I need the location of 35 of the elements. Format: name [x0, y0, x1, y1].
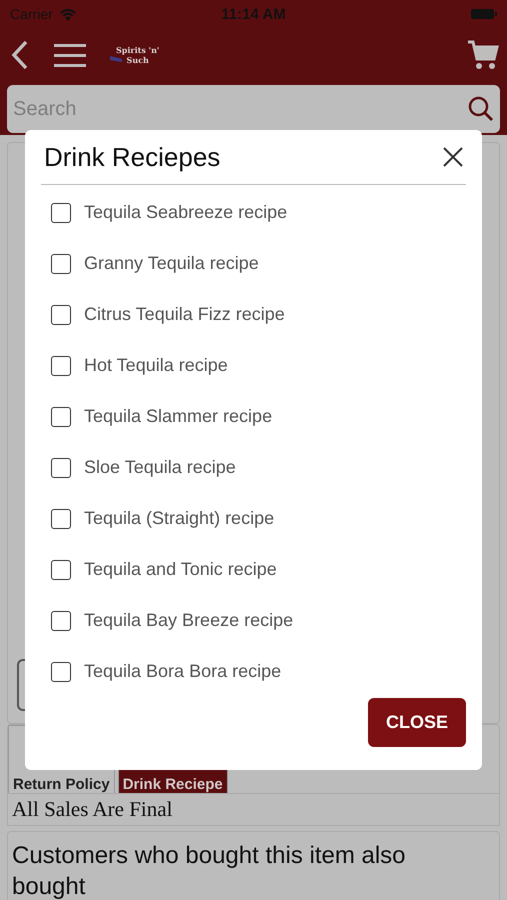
checkbox-label[interactable]: Granny Tequila recipe	[84, 253, 259, 274]
tab-panel-text: All Sales Are Final	[7, 793, 500, 826]
battery-icon	[471, 8, 498, 20]
checkbox-label[interactable]: Tequila and Tonic recipe	[84, 559, 277, 580]
search-field[interactable]: Search	[7, 85, 500, 133]
menu-icon[interactable]	[54, 43, 86, 67]
back-icon[interactable]	[10, 40, 30, 70]
checkbox[interactable]	[51, 406, 71, 426]
logo[interactable]: Spirits 'n' Such	[110, 45, 160, 65]
status-time: 11:14 AM	[221, 6, 286, 22]
checkbox[interactable]	[51, 560, 71, 580]
cart-icon[interactable]	[467, 39, 499, 71]
checkbox-label[interactable]: Tequila Bora Bora recipe	[84, 661, 282, 682]
checkbox-label[interactable]: Tequila Bay Breeze recipe	[84, 610, 294, 631]
close-icon[interactable]	[442, 146, 464, 168]
checkbox[interactable]	[51, 202, 71, 222]
checkbox-label[interactable]: Citrus Tequila Fizz recipe	[84, 304, 285, 325]
checkbox[interactable]	[51, 458, 71, 478]
checkbox[interactable]	[51, 610, 71, 630]
checkbox[interactable]	[51, 304, 71, 324]
close-button[interactable]: CLOSE	[368, 698, 466, 747]
wifi-icon	[58, 8, 77, 20]
checkbox[interactable]	[51, 508, 71, 528]
checkbox[interactable]	[51, 356, 71, 376]
checkbox[interactable]	[51, 254, 71, 274]
checkbox-label[interactable]: Sloe Tequila recipe	[84, 457, 236, 478]
checkbox[interactable]	[51, 662, 71, 682]
section-title: Customers who bought this item also bought	[12, 841, 407, 900]
checkbox-label[interactable]: Tequila (Straight) recipe	[84, 508, 274, 529]
dialog-title: Drink Reciepes	[44, 142, 220, 172]
checkbox-label[interactable]: Hot Tequila recipe	[84, 355, 228, 376]
carrier-label: Carrier	[10, 6, 53, 22]
search-icon[interactable]	[468, 96, 494, 122]
checkbox-label[interactable]: Tequila Slammer recipe	[84, 406, 272, 427]
checkbox-label[interactable]: Tequila Seabreeze recipe	[84, 202, 288, 223]
